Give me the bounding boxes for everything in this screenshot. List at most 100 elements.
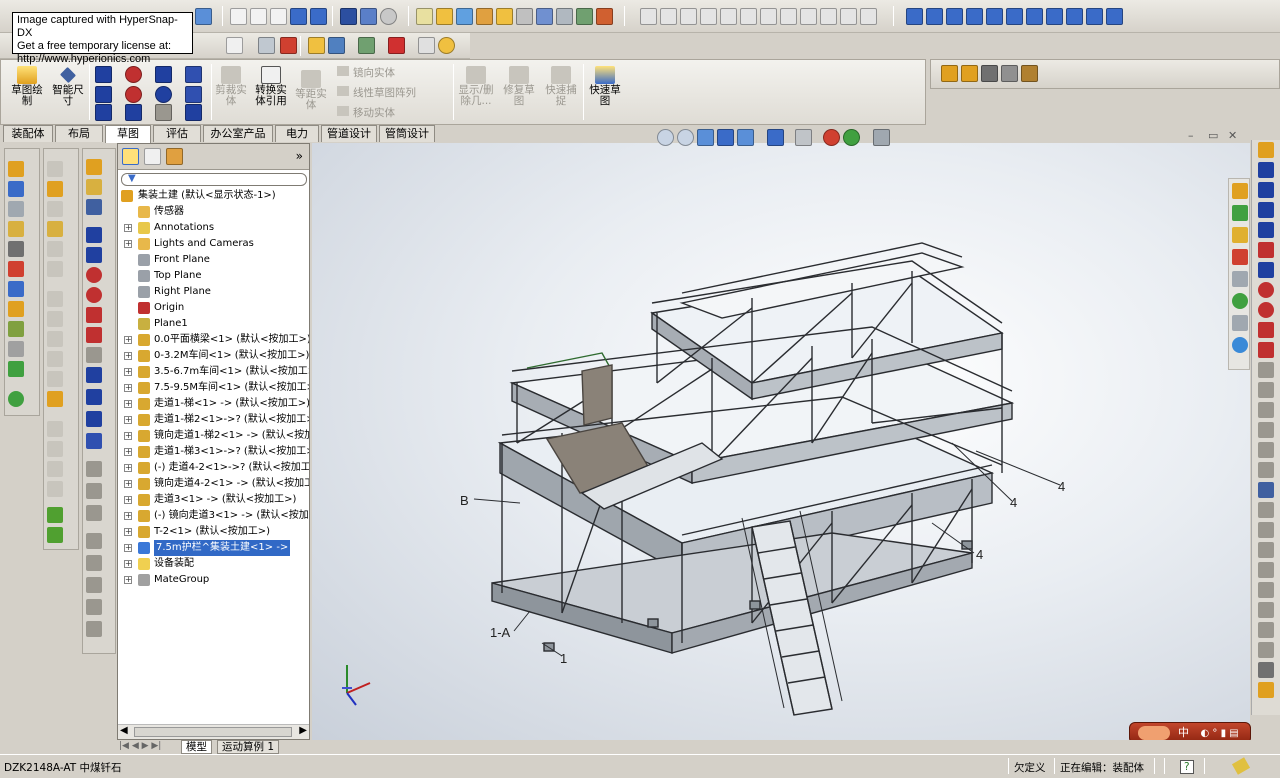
spline-icon[interactable] — [155, 66, 172, 83]
expand-toggle-icon[interactable]: + — [124, 480, 132, 488]
home-icon[interactable] — [1232, 183, 1248, 199]
tab-model[interactable]: 模型 — [181, 740, 212, 754]
view-bottom-icon[interactable] — [1026, 8, 1043, 25]
lt1-icon[interactable] — [8, 321, 24, 337]
arc-icon[interactable] — [125, 86, 142, 103]
battery-icon[interactable] — [280, 37, 297, 54]
configuration-tab-icon[interactable] — [166, 148, 183, 165]
red-tool-icon[interactable] — [388, 37, 405, 54]
lt1-icon[interactable] — [8, 241, 24, 257]
sum-icon[interactable] — [536, 8, 553, 25]
tab-motion-study[interactable]: 运动算例 1 — [217, 740, 280, 754]
scene-icon[interactable] — [380, 8, 397, 25]
lt3-icon[interactable] — [86, 227, 102, 243]
tab-nav-arrows[interactable]: |◀ ◀ ▶ ▶| — [119, 741, 161, 751]
view-front-icon[interactable] — [926, 8, 943, 25]
view-trimetric-icon[interactable] — [1066, 8, 1083, 25]
tab-sketch[interactable]: 草图 — [105, 125, 151, 143]
expand-toggle-icon[interactable]: + — [124, 512, 132, 520]
sketch-tool-1-icon[interactable] — [640, 8, 657, 25]
line-icon[interactable] — [95, 66, 112, 83]
shaded-icon[interactable] — [310, 8, 327, 25]
expand-toggle-icon[interactable]: + — [124, 336, 132, 344]
rt-icon[interactable] — [1258, 182, 1274, 198]
close-icon[interactable]: ✕ — [1228, 129, 1237, 142]
previous-view-icon[interactable] — [697, 129, 714, 146]
rt-icon[interactable] — [1258, 582, 1274, 598]
polygon-icon[interactable] — [125, 104, 142, 121]
check-icon[interactable] — [496, 8, 513, 25]
rt-icon[interactable] — [1258, 242, 1274, 258]
sketch-tool-11-icon[interactable] — [840, 8, 857, 25]
repair-sketch-button[interactable]: 修复草图 — [501, 66, 537, 107]
lt1-icon[interactable] — [8, 361, 24, 377]
appearance-icon[interactable] — [360, 8, 377, 25]
lt3-icon[interactable] — [86, 483, 102, 499]
lt3-icon[interactable] — [86, 389, 102, 405]
show-delete-relations-button[interactable]: 显示/删除几... — [456, 66, 496, 107]
ellipse-icon[interactable] — [155, 86, 172, 103]
lt1-icon[interactable] — [8, 341, 24, 357]
hidden-lines-icon[interactable] — [250, 8, 267, 25]
lt3-icon[interactable] — [86, 199, 102, 215]
section-props-icon[interactable] — [476, 8, 493, 25]
lt2-icon[interactable] — [47, 311, 63, 327]
lt1-icon[interactable] — [8, 261, 24, 277]
scroll-right-icon[interactable]: ▶ — [299, 725, 307, 736]
mass-props-icon[interactable] — [456, 8, 473, 25]
lt3-icon[interactable] — [86, 159, 102, 175]
anchor-icon[interactable] — [906, 8, 923, 25]
wireframe-icon[interactable] — [230, 8, 247, 25]
rapid-sketch-button[interactable]: 快速草图 — [587, 66, 623, 107]
normal-to-icon[interactable] — [1106, 8, 1123, 25]
lt1-icon[interactable] — [8, 181, 24, 197]
lt2-icon[interactable] — [47, 461, 63, 477]
view-back-icon[interactable] — [946, 8, 963, 25]
tab-piping[interactable]: 管道设计 — [321, 125, 377, 142]
rt-icon[interactable] — [1258, 502, 1274, 518]
lt3-icon[interactable] — [86, 247, 102, 263]
expand-toggle-icon[interactable]: + — [124, 528, 132, 536]
lt3-icon[interactable] — [86, 555, 102, 571]
rt-icon[interactable] — [1258, 482, 1274, 498]
rt-icon[interactable] — [1258, 202, 1274, 218]
file-explorer-icon[interactable] — [1232, 227, 1248, 243]
lt3-icon[interactable] — [86, 287, 102, 303]
lt3-icon[interactable] — [86, 505, 102, 521]
lt2-icon[interactable] — [47, 291, 63, 307]
design-library-icon[interactable] — [1232, 205, 1248, 221]
section-icon[interactable] — [717, 129, 734, 146]
rt-icon[interactable] — [1258, 402, 1274, 418]
rt-icon[interactable] — [1258, 542, 1274, 558]
help-icon[interactable] — [438, 37, 455, 54]
sketch-tool-9-icon[interactable] — [800, 8, 817, 25]
expand-toggle-icon[interactable]: + — [124, 352, 132, 360]
lt3-icon[interactable] — [86, 433, 102, 449]
rt-icon[interactable] — [1258, 642, 1274, 658]
text-icon[interactable] — [185, 86, 202, 103]
rt-icon[interactable] — [1258, 562, 1274, 578]
lt3-icon[interactable] — [86, 307, 102, 323]
smart-dimension-button[interactable]: 智能尺寸 — [49, 66, 87, 107]
view-right-icon[interactable] — [986, 8, 1003, 25]
rt-icon[interactable] — [1258, 142, 1274, 158]
lt1-icon[interactable] — [8, 301, 24, 317]
lt2-icon[interactable] — [47, 441, 63, 457]
graphics-area[interactable]: B 4 4 4 1-A 1 — [312, 143, 1250, 740]
lt1-icon[interactable] — [8, 201, 24, 217]
expand-toggle-icon[interactable]: + — [124, 400, 132, 408]
file-props-icon[interactable] — [328, 37, 345, 54]
zoom-fit-icon[interactable] — [657, 129, 674, 146]
sketch-tool-12-icon[interactable] — [860, 8, 877, 25]
point-icon[interactable] — [185, 66, 202, 83]
select-icon[interactable] — [226, 37, 243, 54]
lt2-icon[interactable] — [47, 351, 63, 367]
lt3-icon[interactable] — [86, 267, 102, 283]
lt3-icon[interactable] — [86, 411, 102, 427]
rt-icon[interactable] — [1258, 282, 1274, 298]
tool-b-icon[interactable] — [961, 65, 978, 82]
property-manager-tab-icon[interactable] — [144, 148, 161, 165]
lt3-icon[interactable] — [86, 621, 102, 637]
sketch-tool-3-icon[interactable] — [680, 8, 697, 25]
cursor-options-icon[interactable] — [258, 37, 275, 54]
